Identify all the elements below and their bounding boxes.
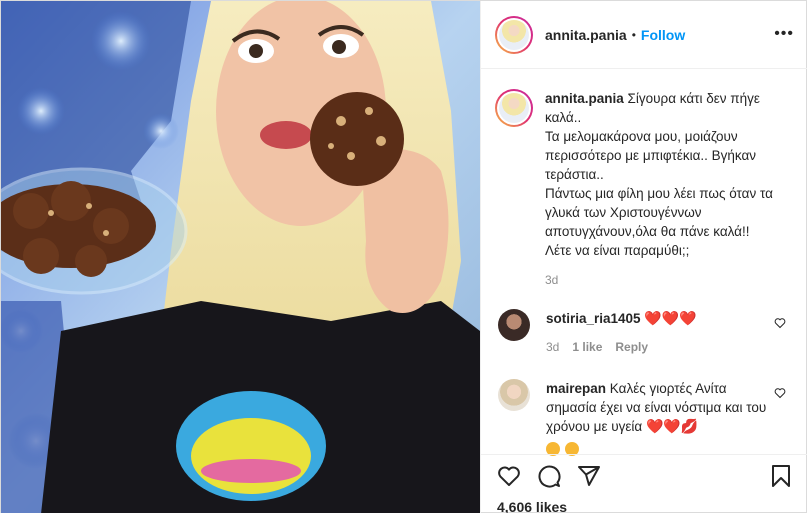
- more-options-icon[interactable]: •••: [774, 26, 794, 42]
- comment-username[interactable]: sotiria_ria1405: [546, 311, 641, 326]
- reply-button[interactable]: Reply: [615, 338, 648, 357]
- post-photo-illustration: [1, 1, 480, 513]
- caption-body: annita.pania Σίγουρα κάτι δεν πήγε καλά.…: [545, 89, 791, 290]
- comment-time[interactable]: 3d: [546, 338, 559, 357]
- commenter-avatar[interactable]: [498, 379, 530, 411]
- post-header: annita.pania • Follow •••: [481, 1, 807, 69]
- like-comment-icon[interactable]: [774, 387, 786, 402]
- likes-count[interactable]: 4,606 likes: [497, 499, 567, 513]
- caption-time[interactable]: 3d: [545, 271, 791, 290]
- comment-icon[interactable]: [537, 464, 561, 491]
- author-avatar-image: [499, 19, 529, 50]
- author-avatar[interactable]: [495, 15, 533, 54]
- commenter-avatar[interactable]: [498, 309, 530, 341]
- caption-avatar[interactable]: [495, 89, 533, 127]
- comment-item: sotiria_ria1405 ❤️❤️❤️ 3d 1 like Reply: [495, 309, 795, 357]
- post-photo[interactable]: [1, 1, 480, 513]
- comment-body: mairepan Καλές γιορτές Ανίτα σημασία έχε…: [546, 379, 772, 459]
- comment-likes[interactable]: 1 like: [572, 338, 602, 357]
- caption-text: Σίγουρα κάτι δεν πήγε καλά.. Τα μελομακά…: [545, 91, 773, 258]
- post-actions: 4,606 likes: [481, 454, 807, 513]
- comment-item: mairepan Καλές γιορτές Ανίτα σημασία έχε…: [495, 379, 795, 459]
- comment-username[interactable]: mairepan: [546, 381, 606, 396]
- author-username[interactable]: annita.pania: [545, 27, 627, 43]
- comment-meta: 3d 1 like Reply: [546, 338, 772, 357]
- share-icon[interactable]: [577, 464, 601, 491]
- caption: annita.pania Σίγουρα κάτι δεν πήγε καλά.…: [495, 89, 795, 290]
- header-separator: •: [631, 27, 636, 42]
- comment-emoji: ❤️❤️💋: [645, 418, 699, 434]
- instagram-post: annita.pania • Follow ••• annita.pania Σ…: [0, 0, 807, 513]
- like-comment-icon[interactable]: [774, 317, 786, 332]
- follow-button[interactable]: Follow: [641, 27, 685, 43]
- heart-icon[interactable]: [497, 464, 521, 491]
- comment-text: ❤️❤️❤️: [644, 310, 697, 326]
- caption-username[interactable]: annita.pania: [545, 91, 624, 106]
- bookmark-icon[interactable]: [769, 464, 793, 491]
- post-side-panel: annita.pania • Follow ••• annita.pania Σ…: [480, 1, 807, 513]
- caption-avatar-image: [499, 93, 529, 123]
- comment-body: sotiria_ria1405 ❤️❤️❤️ 3d 1 like Reply: [546, 309, 772, 357]
